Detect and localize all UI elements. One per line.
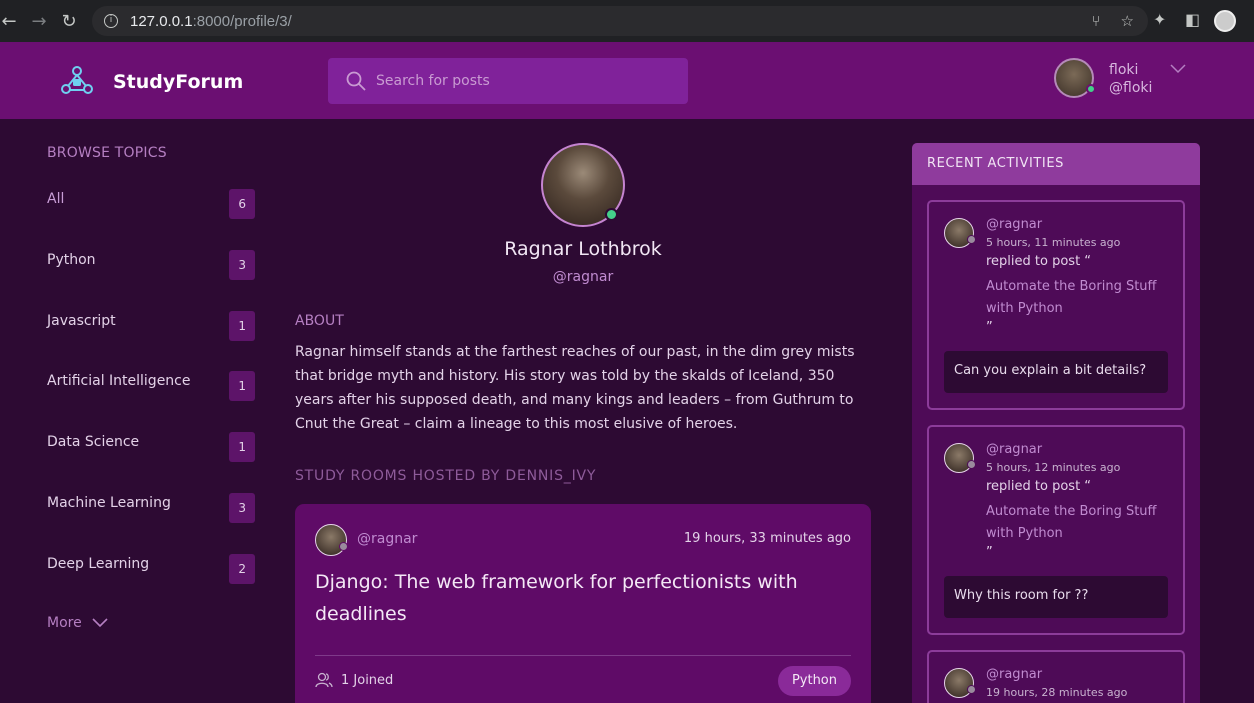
topic-count: 3 [229,493,255,523]
share-icon[interactable]: ⑂ [1092,12,1101,30]
activity-time: 5 hours, 12 minutes ago [986,461,1121,474]
topic-label[interactable]: Machine Learning [47,495,171,511]
topic-label[interactable]: Deep Learning [47,556,149,572]
activity-message: Can you explain a bit details? [944,351,1168,393]
app-header: StudyForum floki @floki [0,42,1254,119]
search-icon [346,71,366,91]
back-icon[interactable]: ← [0,11,24,32]
room-title[interactable]: Django: The web framework for perfection… [315,566,835,630]
topic-count: 1 [229,432,255,462]
activities-heading: RECENT ACTIVITIES [927,156,1065,171]
divider [315,655,851,656]
activities-header: RECENT ACTIVITIES [912,143,1200,185]
user-name: floki [1109,62,1139,78]
topic-count: 3 [229,250,255,280]
chevron-down-icon[interactable] [1170,64,1186,74]
activity-post-link[interactable]: Automate the Boring Stuff with Python [986,276,1176,320]
reload-icon[interactable]: ↻ [54,11,84,32]
status-dot [967,460,976,469]
room-time: 19 hours, 33 minutes ago [683,531,851,546]
recent-activities-panel: RECENT ACTIVITIES @ragnar 5 hours, 11 mi… [912,143,1200,703]
brand-name[interactable]: StudyForum [113,71,243,93]
activity-user[interactable]: @ragnar [986,442,1042,457]
browser-profile-avatar[interactable] [1214,10,1236,32]
activity-quote-close: ” [986,545,993,560]
room-card[interactable]: @ragnar 19 hours, 33 minutes ago Django:… [295,504,871,703]
topic-label[interactable]: Data Science [47,434,139,450]
activity-quote-close: ” [986,320,993,335]
side-panel-icon[interactable]: ◧ [1185,10,1200,29]
activity-post-link[interactable]: Automate the Boring Stuff with Python [986,501,1176,545]
activity-user[interactable]: @ragnar [986,217,1042,232]
profile-name: Ragnar Lothbrok [504,238,662,260]
rooms-heading: STUDY ROOMS HOSTED BY DENNIS_IVY [295,468,597,484]
topic-count: 2 [229,554,255,584]
activity-item: @ragnar 5 hours, 12 minutes ago replied … [927,425,1185,635]
avatar[interactable] [315,524,347,556]
topic-count: 6 [229,189,255,219]
topics-sidebar: BROWSE TOPICS All 6 Python 3 Javascript … [47,145,255,631]
activity-item: @ragnar 19 hours, 28 minutes ago [927,650,1185,703]
topic-label[interactable]: Artificial Intelligence [47,373,191,389]
topic-item-machine-learning[interactable]: Machine Learning 3 [47,491,255,523]
bookmark-star-icon[interactable]: ☆ [1121,12,1134,30]
topic-item-data-science[interactable]: Data Science 1 [47,430,255,462]
topic-item-artificial-intelligence[interactable]: Artificial Intelligence 1 [47,369,255,401]
more-label: More [47,615,82,631]
topic-count: 1 [229,371,255,401]
status-dot [967,685,976,694]
activity-time: 5 hours, 11 minutes ago [986,236,1121,249]
topic-item-deep-learning[interactable]: Deep Learning 2 [47,552,255,584]
url-text: 127.0.0.1:8000/profile/3/ [130,12,292,30]
activity-action: replied to post “ [986,254,1092,269]
status-dot [339,542,348,551]
activity-user[interactable]: @ragnar [986,667,1042,682]
browser-toolbar: ← → ↻ i 127.0.0.1:8000/profile/3/ ⑂ ☆ ✦ … [0,0,1254,42]
topic-item-all[interactable]: All 6 [47,187,255,219]
topics-heading: BROWSE TOPICS [47,145,167,161]
topic-label[interactable]: Python [47,252,96,268]
room-host[interactable]: @ragnar [357,531,417,547]
chevron-down-icon [92,618,108,628]
site-info-icon[interactable]: i [104,14,118,28]
more-topics-button[interactable]: More [47,615,108,631]
topic-item-python[interactable]: Python 3 [47,248,255,280]
address-bar[interactable]: i 127.0.0.1:8000/profile/3/ ⑂ ☆ [92,6,1148,36]
topic-count: 1 [229,311,255,341]
online-status-dot [1086,84,1096,94]
topic-item-javascript[interactable]: Javascript 1 [47,309,255,341]
profile-handle[interactable]: @ragnar [395,269,771,285]
search-input[interactable] [376,73,666,89]
activity-item: @ragnar 5 hours, 11 minutes ago replied … [927,200,1185,410]
about-heading: ABOUT [295,313,344,329]
forward-icon[interactable]: → [24,11,54,32]
about-text: Ragnar himself stands at the farthest re… [295,344,855,432]
topic-label[interactable]: All [47,191,64,207]
extensions-icon[interactable]: ✦ [1153,10,1166,29]
status-dot [967,235,976,244]
joined-count: 1 Joined [341,672,394,688]
user-handle: @floki [1109,80,1153,96]
activity-time: 19 hours, 28 minutes ago [986,686,1128,699]
activity-action: replied to post “ [986,479,1092,494]
studyforum-logo-icon[interactable] [60,65,94,97]
users-icon [315,672,333,688]
room-topic-tag[interactable]: Python [777,666,851,696]
activity-message: Why this room for ?? [944,576,1168,618]
online-status-dot [605,208,618,221]
room-joined: 1 Joined [315,672,393,688]
search-bar[interactable] [328,58,688,104]
topic-label[interactable]: Javascript [47,313,116,329]
